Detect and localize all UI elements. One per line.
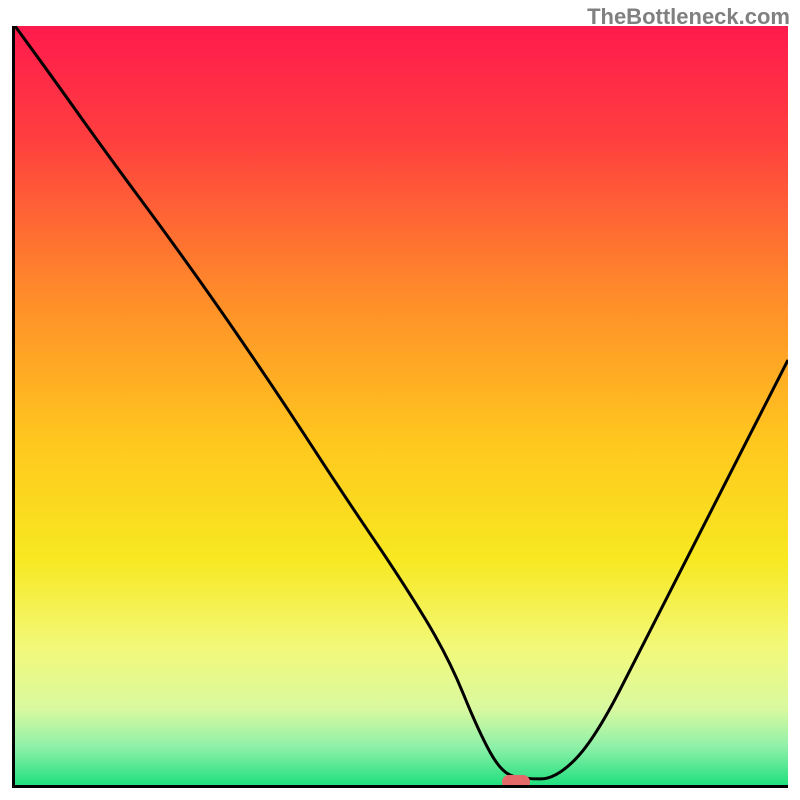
chart-container: TheBottleneck.com <box>0 0 800 800</box>
chart-svg <box>15 26 788 785</box>
optimal-point-marker <box>502 775 530 788</box>
gradient-background <box>15 26 788 785</box>
plot-area <box>12 26 788 788</box>
watermark-text: TheBottleneck.com <box>587 4 790 30</box>
